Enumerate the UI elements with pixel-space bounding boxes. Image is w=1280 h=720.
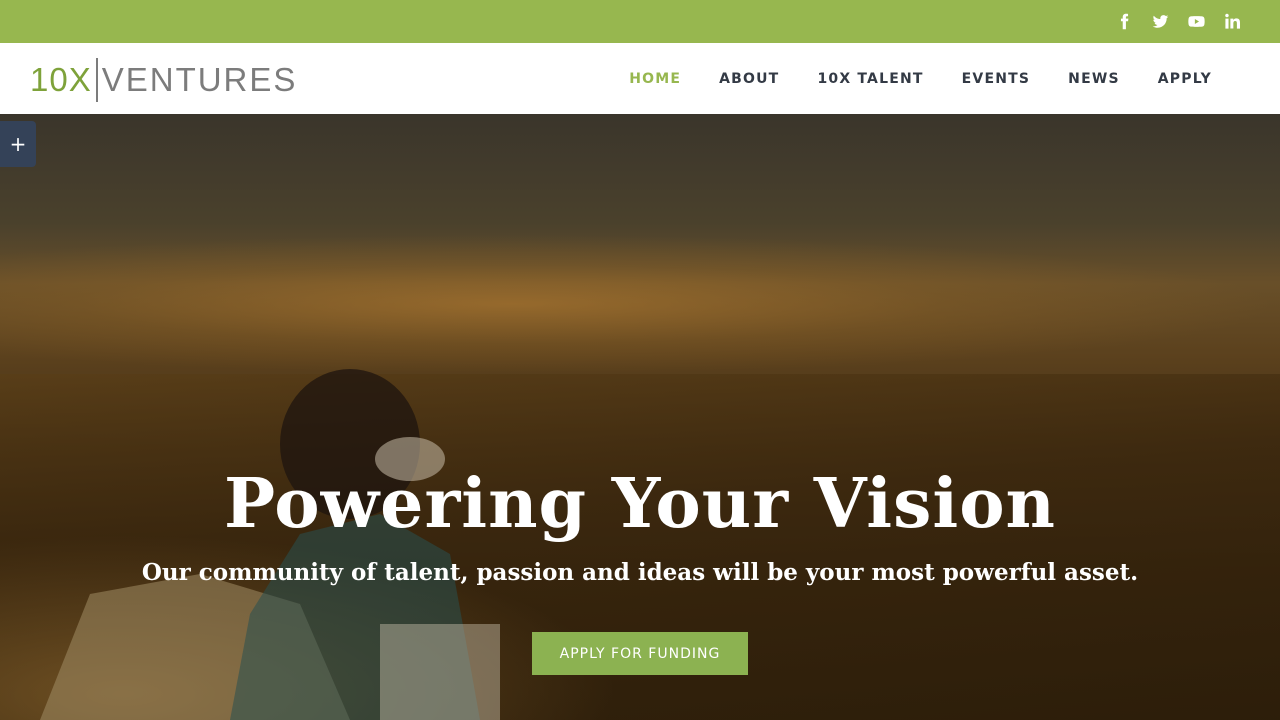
nav-news[interactable]: NEWS — [1068, 71, 1120, 87]
nav-10x-talent[interactable]: 10X TALENT — [817, 71, 923, 87]
nav-home[interactable]: HOME — [629, 71, 681, 87]
logo-divider — [95, 58, 98, 102]
logo[interactable]: 10X VENTURES — [30, 58, 297, 102]
twitter-icon[interactable] — [1142, 0, 1178, 43]
nav-events[interactable]: EVENTS — [962, 71, 1031, 87]
apply-for-funding-button[interactable]: APPLY FOR FUNDING — [532, 632, 748, 675]
hero-subtitle: Our community of talent, passion and ide… — [141, 559, 1139, 586]
logo-part-ventures: VENTURES — [101, 61, 298, 98]
hero-banner: Powering Your Vision Our community of ta… — [0, 114, 1280, 720]
logo-part-10x: 10X — [30, 61, 92, 98]
facebook-icon[interactable] — [1106, 0, 1142, 43]
nav-apply[interactable]: APPLY — [1158, 71, 1212, 87]
youtube-icon[interactable] — [1178, 0, 1214, 43]
linkedin-icon[interactable] — [1214, 0, 1250, 43]
site-header: 10X VENTURES HOME ABOUT 10X TALENT EVENT… — [0, 43, 1280, 114]
main-nav: HOME ABOUT 10X TALENT EVENTS NEWS APPLY — [629, 43, 1212, 114]
nav-about[interactable]: ABOUT — [719, 71, 779, 87]
hero-sky-glow — [0, 234, 1280, 374]
sliding-bar-toggle[interactable]: + — [0, 121, 36, 167]
top-bar — [0, 0, 1280, 43]
hero-title: Powering Your Vision — [223, 464, 1056, 544]
